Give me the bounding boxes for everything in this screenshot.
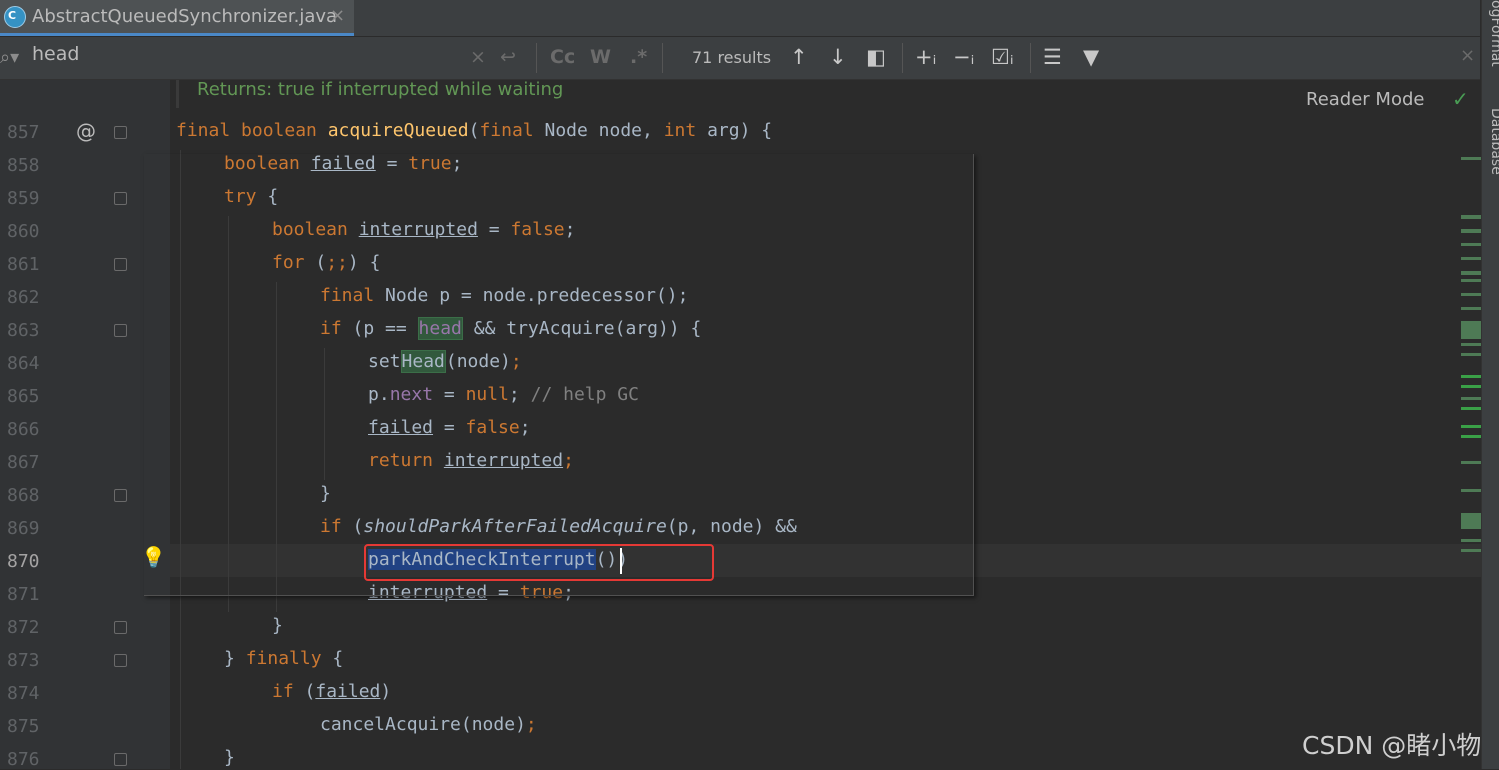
occurrence-mark[interactable] — [1461, 407, 1481, 410]
occurrence-mark[interactable] — [1461, 549, 1481, 552]
occurrence-mark[interactable] — [1461, 343, 1481, 346]
search-input[interactable]: head — [32, 43, 79, 65]
line-number: 862 — [7, 287, 40, 308]
separator — [536, 43, 537, 73]
occurrence-mark[interactable] — [1461, 257, 1481, 260]
fold-marker-icon[interactable] — [114, 621, 127, 634]
occurrence-mark[interactable] — [1461, 279, 1481, 282]
reader-mode-button[interactable]: Reader Mode — [1306, 89, 1424, 110]
sticky-scope-popup — [144, 154, 974, 596]
side-panel-database[interactable]: Database — [1488, 108, 1499, 175]
line-number: 861 — [7, 254, 40, 275]
line-number: 869 — [7, 518, 40, 539]
occurrence-mark[interactable] — [1461, 435, 1481, 438]
fold-marker-icon[interactable] — [114, 654, 127, 667]
file-tab[interactable]: C AbstractQueuedSynchronizer.java × — [0, 0, 354, 36]
new-line-icon[interactable]: ↩ — [500, 46, 516, 68]
inspection-ok-icon[interactable]: ✓ — [1452, 87, 1469, 111]
find-bar: ⌕▾ head × ↩ Cc W .* 71 results ↑ ↓ ◧ +ᵢ … — [0, 37, 1480, 80]
fold-marker-icon[interactable] — [114, 324, 127, 337]
occurrence-mark[interactable] — [1461, 321, 1481, 339]
whole-words-button[interactable]: W — [590, 46, 611, 68]
line-number: 868 — [7, 485, 40, 506]
add-occurrence-icon[interactable]: +ᵢ — [915, 45, 936, 69]
filter-icon[interactable]: ▼ — [1083, 45, 1099, 69]
occurrence-mark[interactable] — [1461, 229, 1481, 233]
clear-search-icon[interactable]: × — [470, 46, 486, 68]
line-number: 864 — [7, 353, 40, 374]
select-all-occurrences-icon[interactable]: ◧ — [866, 45, 886, 69]
line-number: 871 — [7, 584, 40, 605]
occurrence-mark[interactable] — [1461, 425, 1481, 428]
fold-marker-icon[interactable] — [114, 192, 127, 205]
previous-occurrence-icon[interactable]: ↑ — [790, 45, 808, 69]
occurrence-mark[interactable] — [1461, 215, 1481, 219]
occurrence-mark[interactable] — [1461, 489, 1481, 492]
line-number: 876 — [7, 749, 40, 770]
highlight-annotation-box — [364, 544, 714, 581]
code-line[interactable]: } — [272, 615, 283, 636]
code-line[interactable]: } — [224, 747, 235, 768]
fold-marker-icon[interactable] — [114, 753, 127, 766]
line-number: 857 — [7, 122, 40, 143]
line-number: 866 — [7, 419, 40, 440]
remove-occurrence-icon[interactable]: −ᵢ — [953, 45, 974, 69]
code-line[interactable]: final boolean acquireQueued(final Node n… — [176, 120, 772, 141]
line-number-current: 870 — [7, 551, 40, 572]
file-tab-title: AbstractQueuedSynchronizer.java — [32, 6, 338, 27]
occurrence-mark[interactable] — [1461, 539, 1481, 542]
occurrence-mark[interactable] — [1461, 293, 1481, 296]
separator — [902, 43, 903, 73]
fold-marker-icon[interactable] — [114, 489, 127, 502]
fold-marker-icon[interactable] — [114, 258, 127, 271]
occurrence-mark[interactable] — [1461, 243, 1481, 246]
line-number: 873 — [7, 650, 40, 671]
match-case-button[interactable]: Cc — [550, 46, 575, 68]
line-number: 859 — [7, 188, 40, 209]
fold-marker-icon[interactable] — [114, 126, 127, 139]
override-annotation-icon[interactable]: @ — [76, 119, 96, 143]
occurrence-mark[interactable] — [1461, 397, 1481, 400]
occurrence-mark[interactable] — [1461, 157, 1481, 160]
close-tab-icon[interactable]: × — [330, 5, 345, 26]
doc-comment: Returns: true if interrupted while waiti… — [197, 79, 564, 100]
occurrence-mark[interactable] — [1461, 271, 1481, 275]
occurrence-mark[interactable] — [1461, 461, 1481, 464]
java-class-icon: C — [4, 6, 26, 28]
editor-tab-bar: C AbstractQueuedSynchronizer.java × — [0, 0, 1480, 37]
line-number: 863 — [7, 320, 40, 341]
code-line[interactable]: cancelAcquire(node); — [320, 714, 537, 735]
code-line[interactable]: if (failed) — [272, 681, 391, 702]
line-number: 858 — [7, 155, 40, 176]
line-number: 860 — [7, 221, 40, 242]
search-in-selection-icon[interactable]: ☰ — [1043, 45, 1062, 69]
line-number: 865 — [7, 386, 40, 407]
select-all-matches-icon[interactable]: ☑ᵢ — [991, 45, 1014, 69]
occurrence-mark[interactable] — [1461, 375, 1481, 378]
line-number: 872 — [7, 617, 40, 638]
line-number: 875 — [7, 716, 40, 737]
doc-comment-bar — [176, 80, 179, 108]
side-panel-ogformat[interactable]: ogFormat — [1488, 0, 1499, 67]
results-count: 71 results — [692, 48, 772, 67]
occurrence-mark[interactable] — [1461, 307, 1481, 310]
occurrence-mark[interactable] — [1461, 353, 1481, 356]
line-number: 867 — [7, 452, 40, 473]
occurrence-mark[interactable] — [1461, 385, 1481, 388]
next-occurrence-icon[interactable]: ↓ — [829, 45, 847, 69]
regex-button[interactable]: .* — [630, 46, 647, 68]
separator — [1030, 43, 1031, 73]
close-search-icon[interactable]: × — [1460, 45, 1475, 66]
search-icon[interactable]: ⌕▾ — [0, 47, 19, 68]
occurrence-mark[interactable] — [1461, 513, 1481, 529]
csdn-watermark: CSDN @睹小物 — [1302, 731, 1482, 760]
line-number: 874 — [7, 683, 40, 704]
separator — [662, 43, 663, 73]
code-line[interactable]: } finally { — [224, 648, 343, 669]
